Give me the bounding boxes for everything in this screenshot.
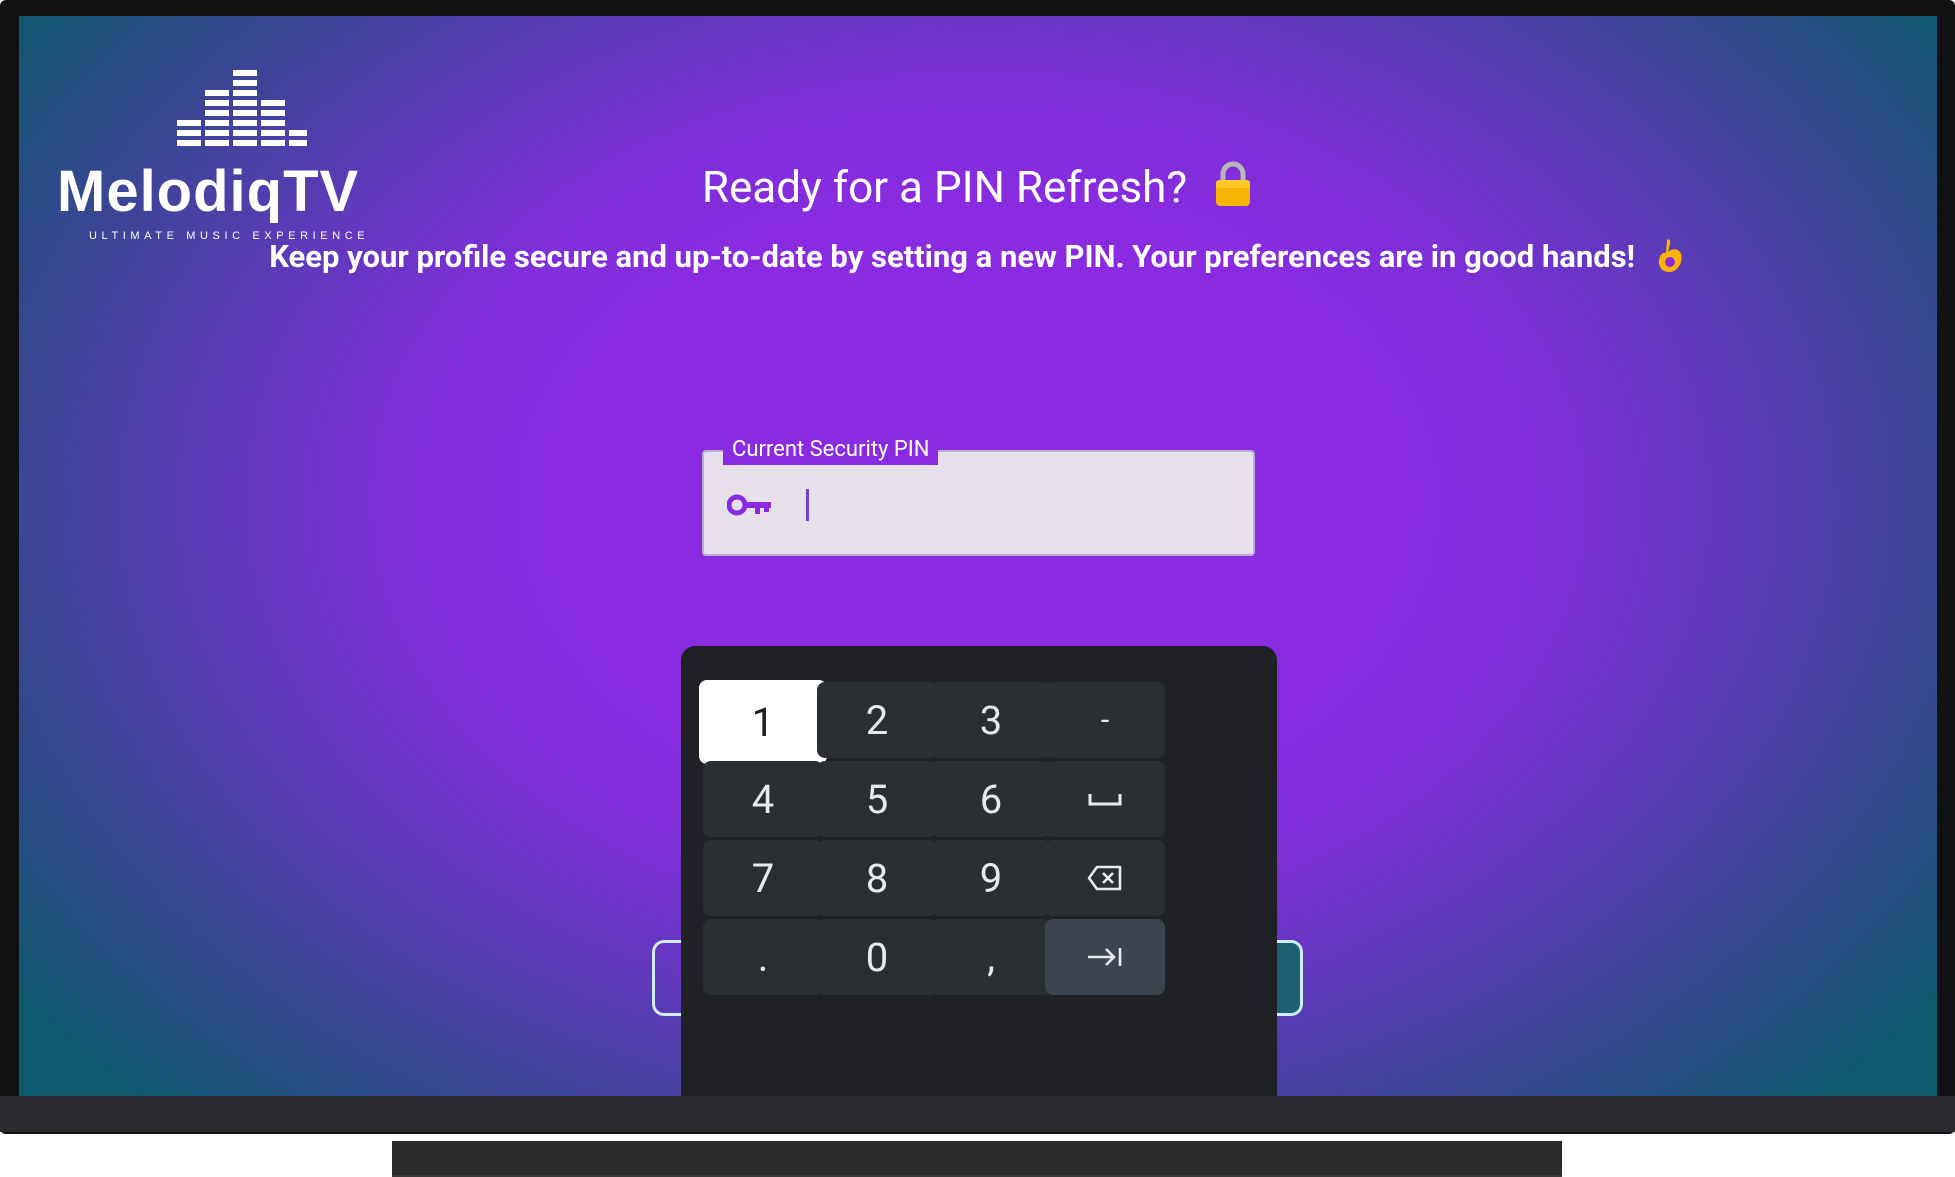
pin-field-label: Current Security PIN bbox=[723, 435, 939, 465]
key-next[interactable] bbox=[1045, 919, 1165, 995]
lock-emoji-icon bbox=[1216, 161, 1251, 207]
key-0[interactable]: 0 bbox=[817, 919, 937, 995]
tv-bezel bbox=[0, 1096, 1955, 1132]
space-icon bbox=[1088, 794, 1122, 806]
key-comma[interactable]: , bbox=[931, 919, 1051, 995]
backspace-icon bbox=[1087, 865, 1122, 891]
key-7[interactable]: 7 bbox=[703, 840, 823, 916]
tab-next-icon bbox=[1088, 948, 1122, 966]
key-space[interactable] bbox=[1045, 761, 1165, 837]
key-icon bbox=[727, 494, 771, 516]
key-9[interactable]: 9 bbox=[931, 840, 1051, 916]
tv-stand bbox=[392, 1141, 1562, 1177]
key-8[interactable]: 8 bbox=[817, 840, 937, 916]
key-1[interactable]: 1 bbox=[699, 680, 827, 764]
page-subtitle: Keep your profile secure and up-to-date … bbox=[19, 238, 1937, 278]
on-screen-keypad: 1 2 3 - 4 5 6 7 8 9 . 0 , bbox=[681, 646, 1277, 1096]
key-dot[interactable]: . bbox=[703, 919, 823, 995]
ok-hand-emoji-icon bbox=[1658, 239, 1682, 272]
key-3[interactable]: 3 bbox=[931, 682, 1051, 758]
equalizer-logo-icon bbox=[177, 70, 307, 146]
key-2[interactable]: 2 bbox=[817, 682, 937, 758]
key-dash[interactable]: - bbox=[1045, 682, 1165, 758]
key-backspace[interactable] bbox=[1045, 840, 1165, 916]
brand-logo: MelodiqTV ULTIMATE MUSIC EXPERIENCE bbox=[57, 54, 397, 254]
tv-screen: MelodiqTV ULTIMATE MUSIC EXPERIENCE Read… bbox=[19, 16, 1937, 1096]
key-6[interactable]: 6 bbox=[931, 761, 1051, 837]
pin-input-field[interactable] bbox=[702, 450, 1255, 556]
text-cursor bbox=[806, 489, 809, 521]
key-4[interactable]: 4 bbox=[703, 761, 823, 837]
page-subtitle-text: Keep your profile secure and up-to-date … bbox=[269, 238, 1636, 275]
page-title: Ready for a PIN Refresh? bbox=[19, 161, 1937, 214]
key-5[interactable]: 5 bbox=[817, 761, 937, 837]
page-title-text: Ready for a PIN Refresh? bbox=[701, 161, 1188, 213]
